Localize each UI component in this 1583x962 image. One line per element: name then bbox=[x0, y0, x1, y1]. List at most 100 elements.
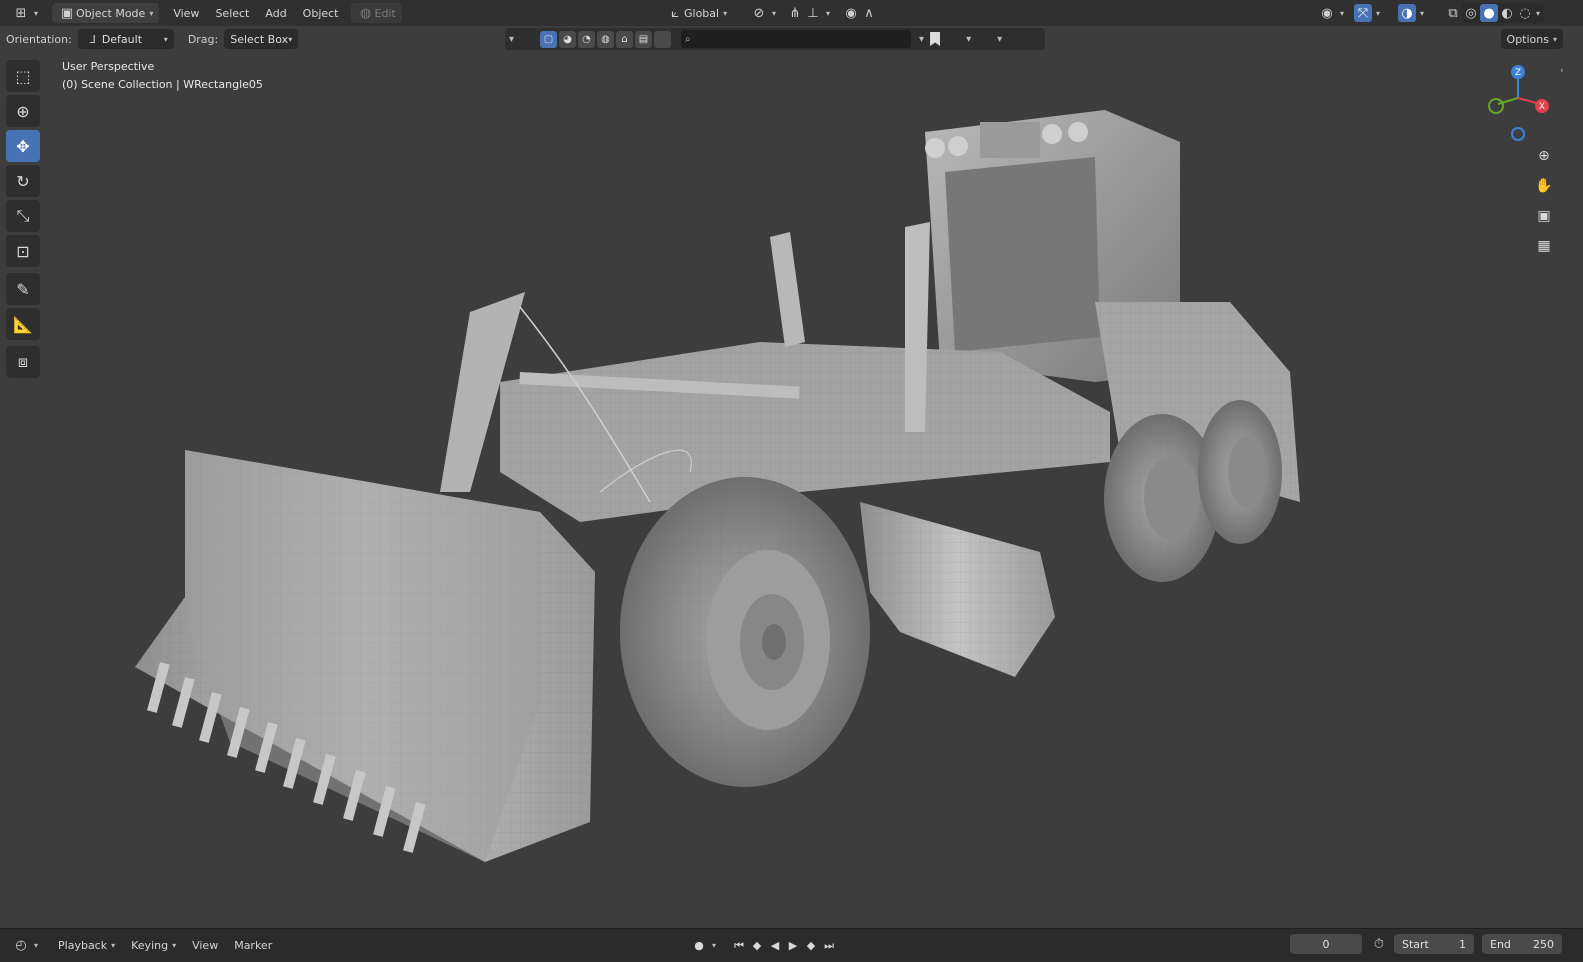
chevron-down-icon[interactable]: ▾ bbox=[1536, 9, 1540, 18]
cursor-icon[interactable]: ⊕ bbox=[6, 95, 40, 127]
menu-timeline-view[interactable]: View bbox=[184, 939, 226, 952]
y-axis-handle[interactable] bbox=[1488, 98, 1504, 114]
play-reverse-icon[interactable]: ◀ bbox=[766, 937, 784, 955]
transform-orientation-dropdown[interactable]: ⟀ Global ▾ bbox=[660, 3, 733, 23]
moldboard bbox=[860, 502, 1055, 677]
wireframe-shading-icon[interactable]: ◎ bbox=[1462, 4, 1480, 22]
object-mode-icon: ▣ bbox=[60, 5, 74, 21]
jump-end-icon[interactable]: ⏭ bbox=[820, 937, 838, 955]
material-filter-icon[interactable]: ◕ bbox=[559, 30, 577, 48]
chevron-down-icon: ▾ bbox=[149, 8, 154, 18]
snap-button[interactable]: ⋔ ⊥ ▾ bbox=[780, 3, 836, 23]
measure-icon[interactable]: 📐 bbox=[6, 308, 40, 340]
menu-object[interactable]: Object bbox=[295, 3, 347, 23]
keying-label: Keying bbox=[131, 939, 169, 952]
start-frame-field[interactable]: Start 1 bbox=[1394, 934, 1474, 954]
current-frame-field[interactable]: 0 bbox=[1290, 934, 1362, 954]
chevron-down-icon: ▾ bbox=[1420, 8, 1425, 18]
neg-z-axis-handle[interactable] bbox=[1511, 127, 1525, 141]
orientation-label: Orientation: bbox=[6, 32, 72, 46]
left-toolbar: ⬚ ⊕ ✥ ↻ ⤡ ⊡ ✎ 📐 ⧈ bbox=[6, 60, 44, 381]
menu-keying[interactable]: Keying ▾ bbox=[123, 939, 184, 952]
front-wheel bbox=[620, 477, 870, 787]
mode-dropdown[interactable]: ▣ Object Mode ▾ bbox=[52, 3, 160, 23]
record-icon[interactable]: ● bbox=[690, 937, 708, 955]
chevron-down-icon[interactable]: ▾ bbox=[997, 34, 1002, 45]
navigation-gizmo[interactable]: Z X bbox=[1484, 60, 1554, 150]
world-filter-icon[interactable]: ◍ bbox=[597, 30, 615, 48]
end-frame-field[interactable]: End 250 bbox=[1482, 934, 1562, 954]
viewport-header: ⊞ ▾ ▣ Object Mode ▾ View Select Add Object… bbox=[0, 0, 1583, 26]
menu-view[interactable]: View bbox=[165, 3, 207, 23]
play-icon[interactable]: ▶ bbox=[784, 937, 802, 955]
move-icon[interactable]: ✥ bbox=[6, 130, 40, 162]
menu-marker[interactable]: Marker bbox=[226, 939, 280, 952]
chevron-down-icon[interactable]: ▾ bbox=[712, 941, 716, 950]
stopwatch-icon[interactable]: ⏱ bbox=[1370, 935, 1388, 953]
prev-keyframe-icon[interactable]: ◆ bbox=[748, 937, 766, 955]
orientation-value: Default bbox=[101, 32, 143, 46]
start-value: 1 bbox=[1459, 937, 1466, 951]
overlays-toggle-button[interactable]: ◑ ▾ bbox=[1392, 3, 1430, 23]
camera-view-icon[interactable]: ▣ bbox=[1530, 202, 1558, 230]
front-dozer-blade bbox=[135, 450, 595, 862]
pan-hand-icon[interactable]: ✋ bbox=[1530, 172, 1558, 200]
orientation-icon: ⟀ bbox=[671, 5, 679, 21]
material-shading-icon[interactable]: ◐ bbox=[1498, 4, 1516, 22]
scale-icon[interactable]: ⤡ bbox=[6, 200, 40, 232]
select-box-icon[interactable]: ⬚ bbox=[6, 60, 40, 92]
zoom-icon[interactable]: ⊕ bbox=[1530, 142, 1558, 170]
add-cube-icon[interactable]: ⧈ bbox=[6, 346, 40, 378]
solid-shading-icon[interactable]: ● bbox=[1480, 4, 1498, 22]
bookmark-icon[interactable] bbox=[930, 32, 941, 46]
overlays-icon: ◑ bbox=[1398, 4, 1416, 22]
3d-viewport[interactable]: User Perspective (0) Scene Collection | … bbox=[0, 52, 1583, 928]
pivot-point-button[interactable]: ⊘ ▾ bbox=[744, 3, 782, 23]
texture-filter-icon[interactable]: ◔ bbox=[578, 30, 596, 48]
edit-label: Edit bbox=[374, 6, 396, 20]
proportional-edit-icon: ◉ bbox=[845, 5, 857, 21]
editor-type-icon: ⊞ bbox=[15, 5, 27, 21]
search-input[interactable] bbox=[681, 30, 912, 48]
edit-button[interactable]: ◍ Edit bbox=[350, 3, 402, 23]
annotate-icon[interactable]: ✎ bbox=[6, 273, 40, 305]
mesh-filter-icon[interactable]: ▢ bbox=[540, 30, 558, 48]
snap-target-icon: ⊥ bbox=[807, 5, 819, 21]
layers-filter-icon[interactable]: ▤ bbox=[635, 30, 653, 48]
chevron-down-icon: ▾ bbox=[34, 941, 39, 950]
proportional-edit-button[interactable]: ◉ ∧ bbox=[836, 3, 884, 23]
pivot-icon: ⊘ bbox=[753, 5, 765, 21]
filter-search-bar: ▾ ▢ ◕ ◔ ◍ ⌂ ▤ ⌕ ▾ ▾ ▾ bbox=[505, 28, 1045, 50]
gizmo-toggle-button[interactable]: ⤧ ▾ bbox=[1348, 3, 1386, 23]
next-keyframe-icon[interactable]: ◆ bbox=[802, 937, 820, 955]
rendered-shading-icon[interactable]: ◌ bbox=[1516, 4, 1534, 22]
drag-dropdown[interactable]: Select Box ▾ bbox=[224, 29, 299, 49]
options-dropdown[interactable]: Options ▾ bbox=[1500, 29, 1563, 49]
playback-label: Playback bbox=[58, 939, 108, 952]
extra-filter-icon[interactable] bbox=[654, 30, 672, 48]
menu-add[interactable]: Add bbox=[257, 3, 294, 23]
x-axis-label: X bbox=[1539, 102, 1545, 112]
editor-type-button[interactable]: ⊞ ▾ bbox=[6, 3, 44, 23]
start-label: Start bbox=[1402, 937, 1429, 951]
rotate-icon[interactable]: ↻ bbox=[6, 165, 40, 197]
timeline-editor-type-button[interactable]: ◴ ▾ bbox=[6, 936, 44, 956]
chevron-down-icon: ▾ bbox=[163, 34, 168, 44]
light-filter-icon[interactable]: ⌂ bbox=[616, 30, 634, 48]
drag-label: Drag: bbox=[187, 32, 219, 46]
motor-grader-model[interactable] bbox=[0, 52, 1583, 928]
perspective-toggle-icon[interactable]: ▦ bbox=[1530, 232, 1558, 260]
chevron-down-icon: ▾ bbox=[1552, 34, 1557, 44]
chevron-down-icon[interactable]: ▾ bbox=[919, 34, 924, 45]
sidebar-toggle-icon[interactable]: ‹ bbox=[1560, 66, 1564, 76]
visibility-button[interactable]: ◉ ▾ bbox=[1312, 3, 1350, 23]
chevron-down-icon[interactable]: ▾ bbox=[966, 34, 971, 45]
menu-playback[interactable]: Playback ▾ bbox=[50, 939, 123, 952]
transform-icon[interactable]: ⊡ bbox=[6, 235, 40, 267]
chevron-down-icon[interactable]: ▾ bbox=[509, 34, 514, 45]
menu-select[interactable]: Select bbox=[207, 3, 257, 23]
rear-wheels bbox=[1104, 400, 1282, 582]
orientation-dropdown[interactable]: ⅃ Default ▾ bbox=[77, 29, 174, 49]
jump-start-icon[interactable]: ⏮ bbox=[730, 937, 748, 955]
search-icon: ⌕ bbox=[685, 33, 691, 45]
